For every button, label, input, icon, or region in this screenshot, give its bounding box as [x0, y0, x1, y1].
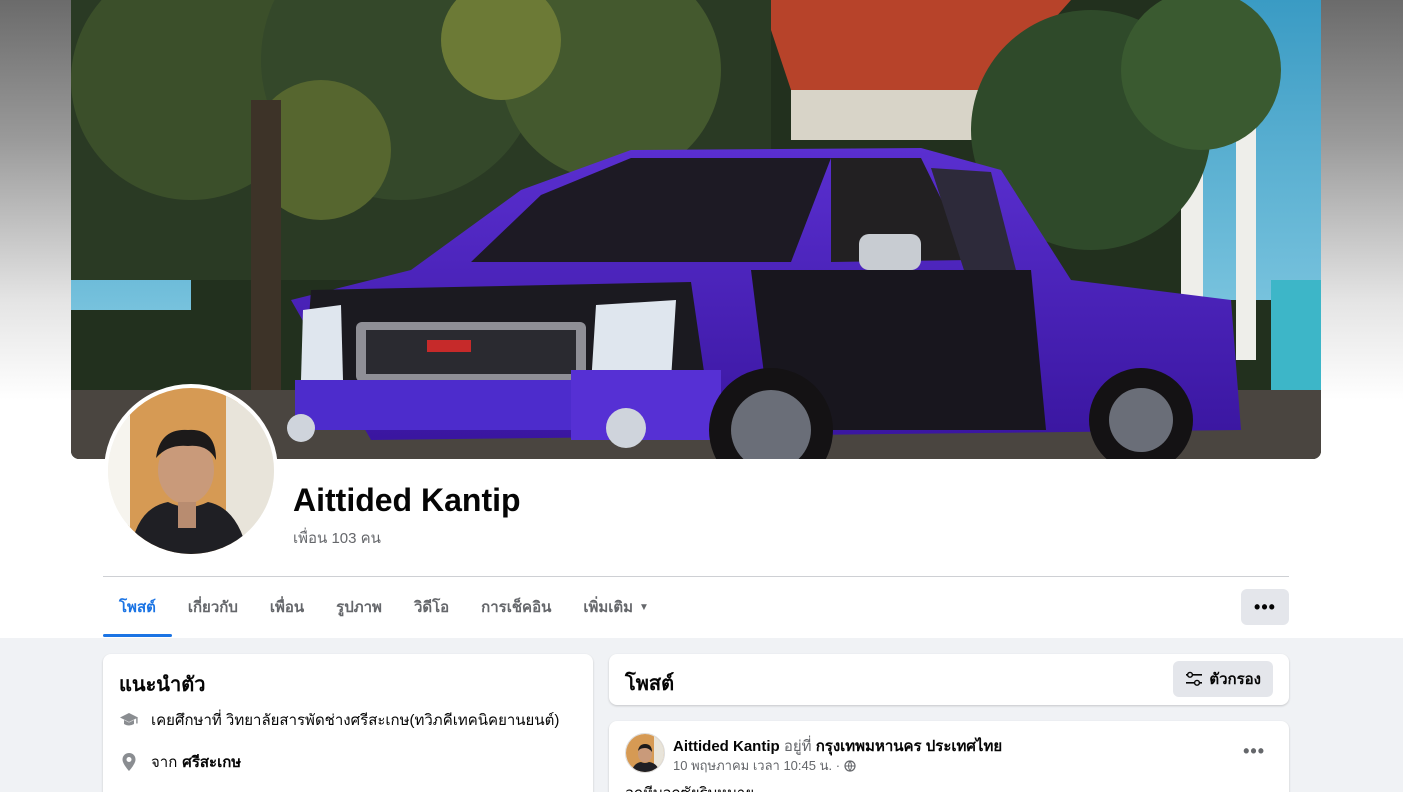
globe-icon: [844, 759, 856, 772]
from-label: จาก: [151, 754, 178, 771]
post-location[interactable]: กรุงเทพมหานคร ประเทศไทย: [816, 738, 1002, 755]
tab-more[interactable]: เพิ่มเติม ▼: [567, 577, 665, 637]
filter-button[interactable]: ตัวกรอง: [1173, 661, 1273, 697]
post-text: อกหีบอกซัยริบหมาย: [625, 781, 754, 792]
tab-friends[interactable]: เพื่อน: [254, 577, 320, 637]
post-author-name[interactable]: Aittided Kantip: [673, 738, 780, 755]
tab-posts[interactable]: โพสต์: [103, 577, 172, 637]
education-text: เคยศึกษาที่ วิทยาลัยสารพัดช่างศรีสะเกษ(ท…: [151, 712, 560, 729]
tab-label: เกี่ยวกับ: [187, 599, 238, 616]
tab-about[interactable]: เกี่ยวกับ: [172, 577, 254, 637]
post-at-label: อยู่ที่: [783, 738, 812, 755]
tab-label: วิดีโอ: [413, 599, 450, 616]
post-card: Aittided Kantip อยู่ที่ กรุงเทพมหานคร ปร…: [609, 721, 1289, 792]
filter-label: ตัวกรอง: [1209, 671, 1261, 688]
cover-photo[interactable]: [71, 0, 1321, 459]
intro-education: เคยศึกษาที่ วิทยาลัยสารพัดช่างศรีสะเกษ(ท…: [119, 708, 559, 732]
tab-label: โพสต์: [119, 599, 156, 616]
friend-count[interactable]: เพื่อน 103 คน: [293, 526, 381, 550]
filter-sliders-icon: [1186, 671, 1203, 686]
tab-label: เพื่อน: [269, 599, 305, 616]
profile-name: Aittided Kantip: [293, 482, 521, 518]
posts-header-card: โพสต์ ตัวกรอง: [609, 654, 1289, 705]
post-timestamp[interactable]: 10 พฤษภาคม เวลา 10:45 น. ·: [673, 755, 840, 776]
post-meta: 10 พฤษภาคม เวลา 10:45 น. ·: [673, 755, 856, 776]
tab-label: รูปภาพ: [336, 599, 382, 616]
caret-down-icon: ▼: [639, 601, 649, 613]
more-options-button[interactable]: •••: [1241, 589, 1289, 625]
intro-hometown: จาก ศรีสะเกษ: [119, 750, 241, 774]
profile-tabs: โพสต์ เกี่ยวกับ เพื่อน รูปภาพ วิดีโอ การ…: [103, 577, 665, 637]
intro-card: แนะนำตัว เคยศึกษาที่ วิทยาลัยสารพัดช่างศ…: [103, 654, 593, 792]
tab-checkins[interactable]: การเช็คอิน: [465, 577, 567, 637]
from-value[interactable]: ศรีสะเกษ: [182, 750, 241, 774]
tab-label: เพิ่มเติม: [583, 599, 634, 616]
posts-title: โพสต์: [625, 673, 675, 695]
map-pin-icon: [119, 752, 139, 772]
intro-title: แนะนำตัว: [119, 674, 206, 696]
profile-header: Aittided Kantip เพื่อน 103 คน โพสต์ เกี่…: [0, 0, 1403, 638]
tab-videos[interactable]: วิดีโอ: [398, 577, 465, 637]
tab-photos[interactable]: รูปภาพ: [320, 577, 398, 637]
post-author-avatar[interactable]: [625, 733, 665, 773]
post-menu-button[interactable]: •••: [1243, 741, 1265, 762]
graduation-cap-icon: [119, 710, 139, 730]
profile-avatar[interactable]: [104, 384, 278, 558]
tab-label: การเช็คอิน: [481, 599, 552, 616]
